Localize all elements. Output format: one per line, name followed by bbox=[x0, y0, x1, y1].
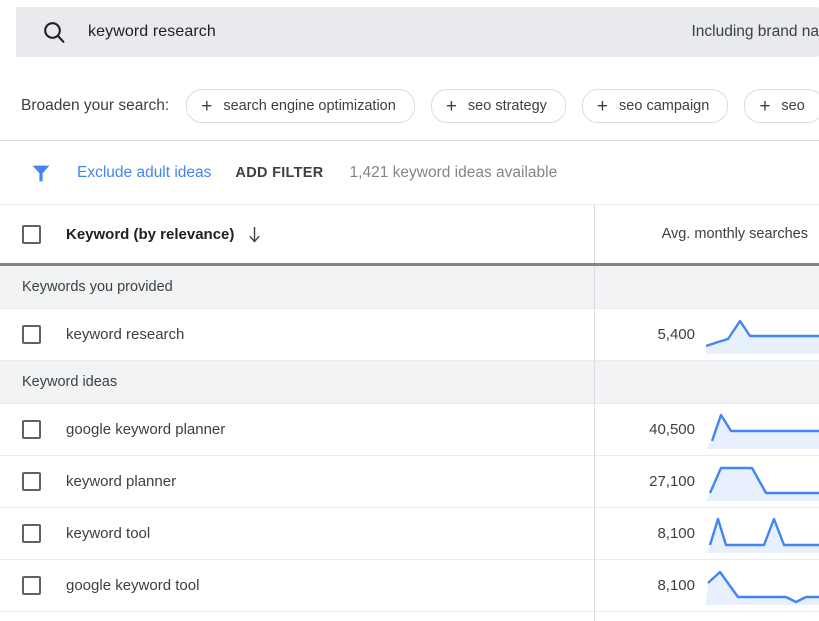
row-trend-sparkline bbox=[706, 316, 819, 354]
column-divider bbox=[594, 205, 595, 263]
broaden-chip-label: seo bbox=[781, 98, 805, 114]
broaden-chip-label: seo strategy bbox=[467, 98, 547, 114]
filter-funnel-icon[interactable] bbox=[31, 163, 51, 183]
group-header-keywords-you-provided: Keywords you provided bbox=[0, 266, 819, 309]
table-header-row: Keyword (by relevance) Avg. monthly sear… bbox=[0, 204, 819, 266]
row-avg-monthly-searches: 27,100 bbox=[649, 473, 695, 490]
column-divider bbox=[594, 266, 595, 308]
table-row[interactable]: google keyword planner 40,500 bbox=[0, 404, 819, 456]
row-trend-sparkline bbox=[706, 567, 819, 605]
table-row[interactable]: google keyword tool 8,100 bbox=[0, 560, 819, 612]
column-divider bbox=[594, 361, 595, 403]
row-trend-sparkline bbox=[706, 463, 819, 501]
broaden-chip-label: seo campaign bbox=[619, 98, 710, 114]
row-avg-monthly-searches: 8,100 bbox=[657, 577, 695, 594]
select-all-checkbox[interactable] bbox=[22, 224, 41, 244]
sort-descending-arrow-icon[interactable] bbox=[247, 226, 262, 243]
column-header-keyword[interactable]: Keyword (by relevance) bbox=[66, 226, 262, 243]
row-keyword: google keyword planner bbox=[66, 421, 226, 438]
broaden-search-label: Broaden your search: bbox=[21, 97, 170, 114]
row-keyword: keyword planner bbox=[66, 473, 177, 490]
broaden-chip-0[interactable]: + search engine optimization bbox=[186, 89, 415, 123]
group-header-label: Keywords you provided bbox=[22, 279, 173, 295]
add-filter-button[interactable]: ADD FILTER bbox=[235, 165, 323, 181]
filter-toolbar: Exclude adult ideas ADD FILTER 1,421 key… bbox=[0, 141, 819, 204]
group-header-label: Keyword ideas bbox=[22, 374, 118, 390]
column-header-keyword-label: Keyword (by relevance) bbox=[66, 225, 235, 243]
plus-icon: + bbox=[759, 95, 771, 117]
row-checkbox[interactable] bbox=[22, 420, 41, 439]
row-avg-monthly-searches: 8,100 bbox=[657, 525, 695, 542]
column-divider bbox=[594, 612, 595, 621]
including-brand-names-label: Including brand na bbox=[691, 23, 819, 40]
exclude-adult-ideas-link[interactable]: Exclude adult ideas bbox=[77, 164, 211, 182]
row-checkbox[interactable] bbox=[22, 325, 41, 344]
row-avg-monthly-searches: 40,500 bbox=[649, 421, 695, 438]
row-trend-sparkline bbox=[706, 515, 819, 553]
broaden-search-bar: Broaden your search: + search engine opt… bbox=[0, 72, 819, 141]
plus-icon: + bbox=[201, 95, 213, 117]
row-checkbox[interactable] bbox=[22, 472, 41, 491]
row-trend-sparkline bbox=[706, 411, 819, 449]
table-row-partial[interactable] bbox=[0, 612, 819, 621]
broaden-chip-2[interactable]: + seo campaign bbox=[581, 89, 729, 123]
broaden-chip-list: + search engine optimization + seo strat… bbox=[186, 89, 819, 123]
broaden-chip-label: search engine optimization bbox=[223, 98, 396, 114]
group-header-keyword-ideas: Keyword ideas bbox=[0, 361, 819, 404]
column-header-avg-monthly-searches[interactable]: Avg. monthly searches bbox=[662, 226, 808, 242]
table-row[interactable]: keyword tool 8,100 bbox=[0, 508, 819, 560]
plus-icon: + bbox=[596, 95, 609, 117]
keyword-ideas-table: Keyword (by relevance) Avg. monthly sear… bbox=[0, 204, 819, 621]
row-checkbox[interactable] bbox=[22, 524, 41, 543]
search-icon bbox=[44, 22, 65, 43]
table-row[interactable]: keyword planner 27,100 bbox=[0, 456, 819, 508]
search-input-value[interactable]: keyword research bbox=[88, 23, 216, 41]
row-keyword: google keyword tool bbox=[66, 577, 200, 594]
table-row[interactable]: keyword research 5,400 bbox=[0, 309, 819, 361]
search-bar[interactable]: keyword research Including brand na bbox=[16, 7, 819, 57]
broaden-chip-1[interactable]: + seo strategy bbox=[430, 89, 566, 123]
keyword-ideas-available-count: 1,421 keyword ideas available bbox=[349, 163, 558, 181]
row-keyword: keyword research bbox=[66, 326, 185, 343]
row-avg-monthly-searches: 5,400 bbox=[657, 326, 695, 343]
row-checkbox[interactable] bbox=[22, 576, 41, 595]
row-keyword: keyword tool bbox=[66, 525, 151, 542]
broaden-chip-3[interactable]: + seo bbox=[744, 89, 819, 123]
plus-icon: + bbox=[445, 95, 457, 117]
